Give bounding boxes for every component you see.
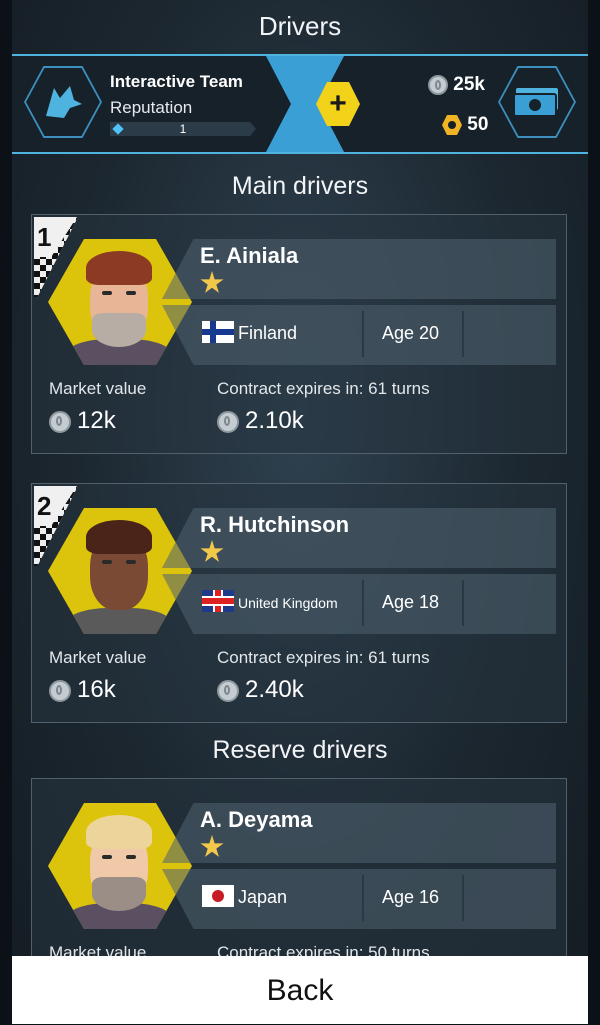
coin-icon (49, 679, 71, 702)
japan-flag-icon (202, 885, 234, 907)
wolf-icon (46, 86, 82, 118)
back-button[interactable]: Back (12, 956, 588, 1024)
uk-flag-icon (202, 590, 234, 612)
team-header: Interactive Team Reputation 1 + 25k 50 (12, 54, 588, 154)
contract-label: Contract expires in: 61 turns (217, 648, 430, 667)
driver-country: Japan (238, 887, 288, 907)
market-value: 12k (49, 407, 116, 435)
market-value-label: Market value (49, 379, 147, 398)
driver-card-1[interactable]: 1 E. Ainiala Finland Age 20 Market value… (31, 214, 567, 454)
team-name: Interactive Team (110, 72, 243, 91)
market-value-label: Market value (49, 648, 147, 667)
coins-display: 25k (428, 74, 485, 96)
cash-button[interactable] (498, 66, 576, 138)
driver-age: Age 20 (382, 323, 440, 343)
plus-icon: + (329, 87, 347, 120)
driver-age: Age 18 (382, 592, 440, 612)
driver-name: R. Hutchinson (200, 512, 350, 537)
driver-portrait (48, 803, 192, 929)
driver-name: E. Ainiala (200, 243, 299, 268)
coin-icon (217, 410, 239, 433)
reputation-label: Reputation (110, 98, 193, 117)
coin-icon (49, 410, 71, 433)
team-logo[interactable] (24, 66, 102, 138)
driver-portrait (48, 508, 192, 634)
reputation-level: 1 (179, 122, 187, 136)
main-drivers-title: Main drivers (231, 172, 369, 200)
coins-value: 25k (453, 74, 485, 95)
nut-icon (442, 114, 462, 135)
driver-name: A. Deyama (200, 807, 313, 832)
driver-card-2[interactable]: 2 R. Hutchinson United Kingdom Age 18 Ma… (31, 483, 567, 723)
nuts-value: 50 (467, 114, 489, 135)
reserve-drivers-title: Reserve drivers (212, 736, 388, 764)
cash-icon (513, 88, 558, 117)
page-title: Drivers (258, 11, 342, 41)
reputation-bar: 1 (110, 122, 256, 136)
contract-value: 2.10k (217, 407, 304, 435)
finland-flag-icon (202, 321, 234, 343)
driver-country: Finland (238, 323, 298, 343)
nuts-display: 50 (442, 114, 488, 136)
contract-label: Contract expires in: 61 turns (217, 379, 430, 398)
driver-age: Age 16 (382, 887, 440, 907)
coin-icon (428, 74, 448, 95)
contract-value: 2.40k (217, 676, 304, 704)
driver-country: United Kingdom (238, 595, 338, 611)
market-value: 16k (49, 676, 116, 704)
driver-portrait (48, 239, 192, 365)
coin-icon (217, 679, 239, 702)
